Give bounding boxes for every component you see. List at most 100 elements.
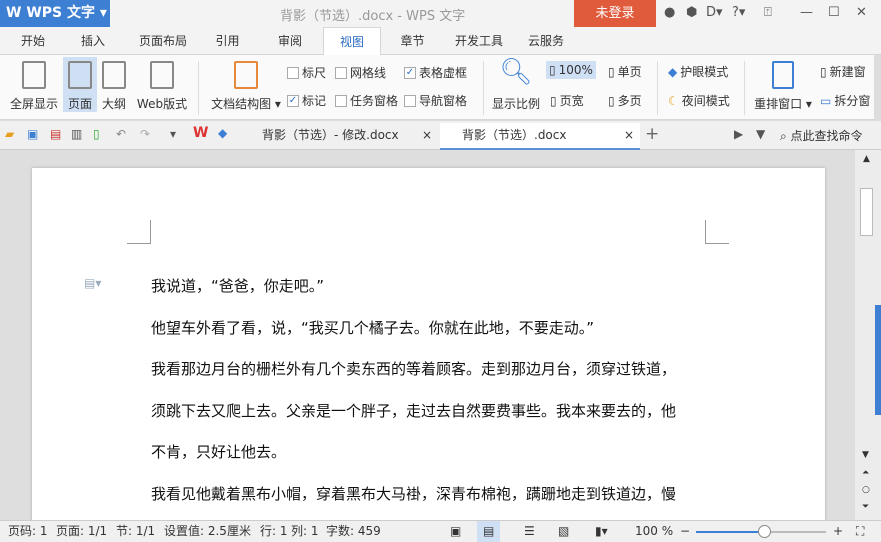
tab-insert[interactable]: 插入 (68, 27, 118, 55)
ribbon-scroll-right[interactable] (874, 55, 881, 120)
page-width-icon: ▯ (550, 93, 557, 108)
close-tab-icon[interactable]: × (624, 123, 634, 148)
open-icon[interactable]: ▰ (5, 127, 14, 141)
zoom-100-label: 100% (558, 63, 593, 77)
checkbox-unchecked (335, 94, 347, 107)
document-tab-bar: ▰ ▣ ▤ ▥ ▯ ↶ ↷ ▾ W ◆ 背影（节选）- 修改.docx × 背影（… (0, 121, 881, 150)
doc-tab-active[interactable]: 背影（节选）.docx × (440, 123, 640, 150)
new-window-icon: ▯ (820, 64, 827, 79)
nav-pane-checkbox[interactable]: 导航窗格 (404, 92, 467, 109)
new-tab-icon[interactable]: + (645, 124, 659, 144)
tab-chapter[interactable]: 章节 (390, 27, 435, 55)
text-line: 我说道，“爸爸，你走吧。” (151, 277, 325, 295)
tab-list-icon[interactable]: ▶ (734, 127, 743, 141)
save-icon[interactable]: ▣ (27, 127, 38, 141)
grid-checkbox[interactable]: 网格线 (335, 64, 386, 81)
dropdown-icon[interactable]: ▾ (170, 127, 176, 141)
zoom-ratio-button[interactable]: 🔍︎ 显示比例 (488, 57, 544, 112)
document-page[interactable]: ▤▾ 我说道，“爸爸，你走吧。” 他望车外看了看，说，“我买几个橘子去。你就在此… (32, 168, 825, 528)
minimize-icon[interactable]: — (800, 5, 813, 20)
task-pane-checkbox[interactable]: 任务窗格 (335, 92, 398, 109)
zoom-slider[interactable] (696, 525, 826, 538)
close-icon[interactable]: ✕ (856, 5, 867, 20)
text-line: 须跳下去又爬上去。父亲是一个胖子，走过去自然要费事些。我本来要去的，他 (151, 402, 677, 420)
pin-tabs-icon[interactable]: ▼ (756, 127, 765, 141)
single-page-button[interactable]: ▯ 单页 (608, 63, 642, 80)
page-width-button[interactable]: ▯ 页宽 (550, 92, 584, 109)
doc-map-button[interactable]: 文档结构图 ▾ (206, 57, 286, 112)
doc-tab-modified[interactable]: 背影（节选）- 修改.docx × (240, 123, 438, 150)
fullscreen-button[interactable]: 全屏显示 (6, 57, 62, 112)
doc-tab-label: 背影（节选）.docx (462, 128, 567, 142)
zoom-slider-knob[interactable] (757, 525, 771, 538)
vertical-scrollbar[interactable]: ▲ ▼ ⏶ ○ ⏷ (855, 150, 881, 520)
undo-icon[interactable]: ↶ (116, 127, 126, 141)
outline-button[interactable]: 大纲 (99, 57, 129, 112)
new-window-button[interactable]: ▯ 新建窗 (820, 63, 872, 80)
fullscreen-icon (22, 61, 46, 89)
tab-view[interactable]: 视图 (323, 27, 381, 55)
wps-icon[interactable]: W (193, 125, 208, 141)
prev-page-icon[interactable]: ⏶ (862, 468, 869, 478)
status-setting: 设置值: 2.5厘米 (164, 524, 251, 538)
help-icon[interactable]: ?▾ (732, 5, 745, 20)
page-view-icon[interactable]: ▤ (477, 521, 501, 542)
skin-icon[interactable]: ● (664, 5, 675, 20)
tab-layout[interactable]: 页面布局 (128, 27, 198, 55)
zoom-100-button[interactable]: ▯ 100% (546, 61, 596, 79)
redo-icon[interactable]: ↷ (140, 127, 150, 141)
table-grid-checkbox[interactable]: ✓ 表格虚框 (404, 64, 467, 81)
outline-view-icon[interactable]: ☰ (524, 521, 535, 542)
scroll-up-icon[interactable]: ▲ (863, 154, 870, 164)
doc-tab-label: 背影（节选）- 修改.docx (262, 128, 399, 142)
text-line: 我看见他戴着黑布小帽，穿着黑布大马褂，深青布棉袍，蹒跚地走到铁道边，慢 (151, 485, 677, 503)
select-browse-icon[interactable]: ○ (862, 485, 870, 495)
cube-icon[interactable]: ◆ (218, 126, 227, 140)
status-pages: 页面: 1/1 (56, 524, 108, 538)
scroll-thumb[interactable] (860, 188, 873, 236)
settings-icon[interactable]: ⬢ (686, 5, 697, 20)
pin-icon[interactable]: ⍐ (764, 5, 772, 20)
fit-window-icon[interactable]: ⛶ (856, 521, 864, 542)
login-button[interactable]: 未登录 (574, 0, 656, 27)
app-menu-button[interactable]: W WPS 文字 ▾ (0, 0, 110, 27)
mark-checkbox[interactable]: ✓ 标记 (287, 92, 326, 109)
close-tab-icon[interactable]: × (422, 123, 432, 148)
zoom-in-icon[interactable]: + (833, 521, 843, 542)
command-search[interactable]: ⌕ 点此查找命令 (780, 127, 863, 144)
page-view-button[interactable]: 页面 (63, 57, 97, 112)
multi-page-button[interactable]: ▯ 多页 (608, 92, 642, 109)
print-icon[interactable]: ▥ (71, 127, 82, 141)
paragraph-icon[interactable]: ▤▾ (84, 276, 101, 290)
web-view-icon[interactable]: ▧ (558, 521, 569, 542)
tab-review[interactable]: 审阅 (265, 27, 315, 55)
side-panel-handle[interactable] (875, 305, 881, 415)
night-mode-label: 夜间模式 (681, 94, 730, 108)
split-window-button[interactable]: ▭ 拆分窗 (820, 92, 872, 109)
scroll-down-icon[interactable]: ▼ (862, 450, 869, 460)
eye-protect-icon[interactable]: ▮▾ (595, 521, 608, 542)
web-layout-button[interactable]: Web版式 (134, 57, 190, 112)
tab-home[interactable]: 开始 (8, 27, 58, 55)
tab-references[interactable]: 引用 (205, 27, 250, 55)
night-mode-button[interactable]: ☾ 夜间模式 (668, 92, 730, 109)
title-bar: W WPS 文字 ▾ 背影（节选）.docx - WPS 文字 未登录 ● ⬢ … (0, 0, 881, 27)
moon-icon: ☾ (668, 93, 679, 108)
status-section: 节: 1/1 (116, 524, 156, 538)
zoom-out-icon[interactable]: − (680, 521, 690, 542)
window-title: 背影（节选）.docx - WPS 文字 (280, 9, 466, 24)
print-preview-icon[interactable]: ▯ (93, 127, 100, 141)
fullscreen-view-icon[interactable]: ▣ (450, 521, 461, 542)
arrange-window-button[interactable]: 重排窗口 ▾ (750, 57, 816, 112)
feedback-icon[interactable]: D▾ (706, 5, 723, 20)
maximize-icon[interactable]: ☐ (828, 5, 840, 20)
next-page-icon[interactable]: ⏷ (862, 502, 869, 512)
eye-mode-button[interactable]: ◆ 护眼模式 (668, 63, 728, 80)
split-icon: ▭ (820, 93, 832, 108)
export-pdf-icon[interactable]: ▤ (50, 127, 61, 141)
ruler-checkbox[interactable]: 标尺 (287, 64, 326, 81)
magnifier-icon: 🔍︎ (499, 57, 533, 87)
tab-developer[interactable]: 开发工具 (447, 27, 511, 55)
tab-cloud[interactable]: 云服务 (518, 27, 574, 55)
status-word-count[interactable]: 字数: 459 (326, 521, 381, 542)
